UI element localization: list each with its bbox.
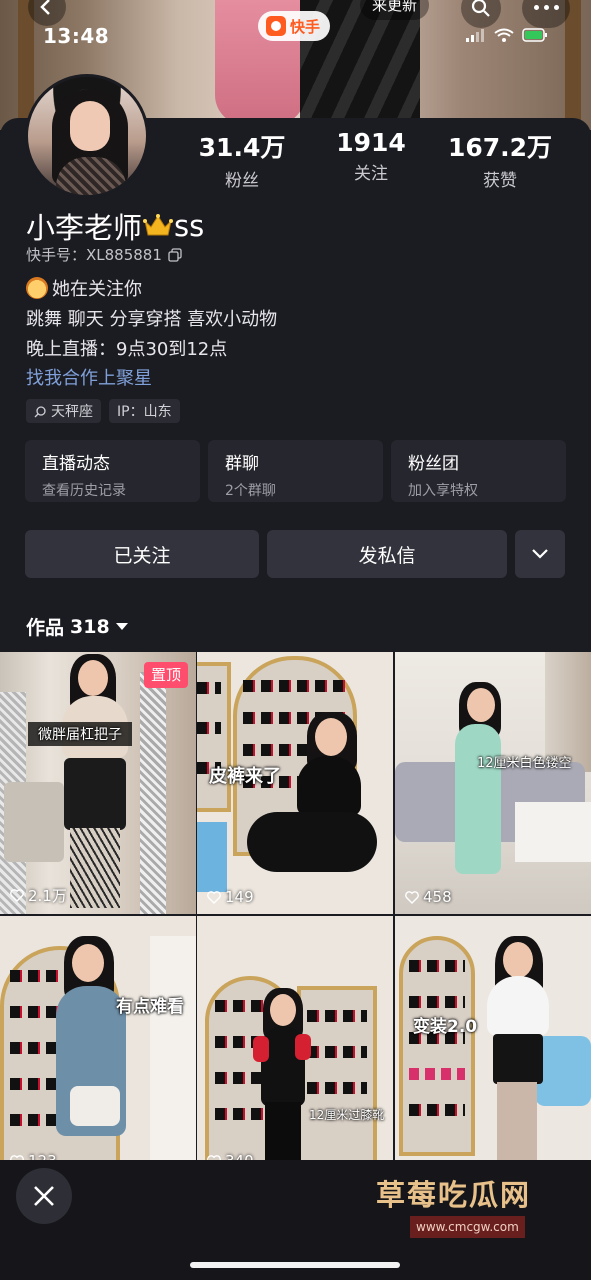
status-time: 13:48 [43, 24, 110, 48]
tag-ip[interactable]: IP：山东 [109, 399, 180, 423]
card-live-history[interactable]: 直播动态 查看历史记录 [25, 440, 200, 502]
update-button[interactable]: 来更新 [360, 0, 430, 20]
video-caption: 有点难看 [116, 997, 184, 1017]
card-group-chat[interactable]: 群聊 2个群聊 [208, 440, 383, 502]
video-likes: 149 [207, 888, 254, 906]
video-caption: 变装2.0 [413, 1017, 478, 1037]
heart-icon [10, 889, 24, 902]
tag-label: IP：山东 [117, 404, 172, 420]
card-title: 直播动态 [42, 454, 110, 474]
heart-icon [207, 890, 221, 904]
feature-cards: 直播动态 查看历史记录 群聊 2个群聊 粉丝团 加入享特权 [25, 440, 566, 502]
close-button[interactable] [16, 1168, 72, 1224]
caret-down-icon [115, 622, 128, 630]
video-tile[interactable]: 皮裤来了 149 [197, 652, 393, 914]
bio-link[interactable]: 找我合作上聚星 [26, 364, 152, 390]
video-tile[interactable]: 有点难看 123 [0, 916, 196, 1178]
stat-following[interactable]: 1914 关注 [311, 128, 431, 184]
card-subtitle: 2个群聊 [225, 483, 276, 499]
wifi-icon [494, 28, 514, 42]
video-tile[interactable]: 置顶 微胖届杠把子 2.1万 [0, 652, 196, 914]
profile-name-suffix: ss [174, 209, 205, 243]
chevron-left-icon [40, 0, 50, 15]
expand-button[interactable] [515, 530, 565, 578]
stat-value: 1914 [336, 128, 406, 157]
pinned-badge: 置顶 [143, 662, 188, 688]
card-subtitle: 查看历史记录 [42, 483, 126, 499]
profile-name: 小李老师 ss [26, 205, 204, 247]
card-title: 粉丝团 [408, 454, 459, 474]
more-dot-icon [534, 5, 539, 10]
more-dot-icon [554, 5, 559, 10]
stat-value: 31.4万 [198, 133, 286, 162]
app-name: 快手 [290, 17, 321, 36]
kuaishou-id: 快手号：XL885881 [26, 244, 182, 265]
card-title: 群聊 [225, 454, 259, 474]
signal-icon [466, 29, 484, 42]
stat-label: 获赞 [483, 171, 517, 191]
profile-actions: 已关注 发私信 [25, 530, 565, 578]
stat-fans[interactable]: 31.4万 粉丝 [182, 128, 302, 191]
works-count: 318 [70, 615, 110, 638]
works-label: 作品 [26, 617, 65, 639]
stat-label: 粉丝 [225, 171, 259, 191]
heart-icon [405, 890, 419, 904]
stat-likes[interactable]: 167.2万 获赞 [440, 128, 560, 191]
video-caption: 微胖届杠把子 [28, 722, 132, 746]
watermark-text: 草莓吃瓜网 [376, 1178, 532, 1212]
profile-tags: 天秤座 IP：山东 [26, 399, 180, 423]
search-icon [471, 0, 490, 17]
bio-line: 跳舞 聊天 分享穿搭 喜欢小动物 [26, 309, 278, 330]
video-likes: 2.1万 [10, 885, 67, 906]
stat-value: 167.2万 [447, 133, 553, 162]
crown-icon [143, 214, 174, 236]
likes-count: 149 [225, 888, 254, 906]
chevron-down-icon [532, 549, 548, 559]
more-dot-icon [544, 5, 549, 10]
likes-count: 458 [423, 888, 452, 906]
close-icon [34, 1186, 54, 1206]
follows-you-text: 她在关注你 [52, 279, 142, 300]
video-tile[interactable]: 变装2.0 [395, 916, 591, 1178]
tag-zodiac[interactable]: 天秤座 [26, 399, 101, 423]
app-badge[interactable]: 快手 [258, 11, 331, 41]
tag-label: 天秤座 [51, 404, 93, 420]
stat-label: 关注 [354, 164, 388, 184]
message-button[interactable]: 发私信 [267, 530, 507, 578]
followed-button[interactable]: 已关注 [25, 530, 259, 578]
video-tile[interactable]: 12厘米过膝靴 340 [197, 916, 393, 1178]
card-fan-club[interactable]: 粉丝团 加入享特权 [391, 440, 566, 502]
likes-count: 2.1万 [28, 887, 67, 905]
zodiac-icon [34, 405, 46, 417]
bio-line: 晚上直播：9点30到12点 [26, 339, 228, 360]
battery-icon [522, 28, 547, 42]
system-status-icons [466, 28, 548, 42]
copy-icon[interactable] [168, 247, 182, 262]
video-tile[interactable]: 12厘米白色镂空 458 [395, 652, 591, 914]
video-caption: 皮裤来了 [209, 766, 281, 787]
watermark-url: www.cmcgw.com [410, 1216, 525, 1238]
cover-frame-right [565, 0, 581, 130]
works-tab[interactable]: 作品 318 [26, 613, 128, 640]
avatar[interactable] [25, 74, 149, 198]
video-likes: 458 [405, 888, 452, 906]
kuaishou-id-text: 快手号：XL885881 [26, 246, 162, 264]
video-caption: 12厘米白色镂空 [477, 756, 572, 771]
follows-you-line: 她在关注你 [26, 275, 142, 301]
kuaishou-logo-icon [266, 16, 286, 36]
home-indicator[interactable] [190, 1262, 400, 1268]
profile-name-text: 小李老师 [26, 211, 143, 245]
card-subtitle: 加入享特权 [408, 483, 478, 499]
video-caption: 12厘米过膝靴 [309, 1108, 385, 1122]
girl-emoji-icon [26, 277, 48, 299]
